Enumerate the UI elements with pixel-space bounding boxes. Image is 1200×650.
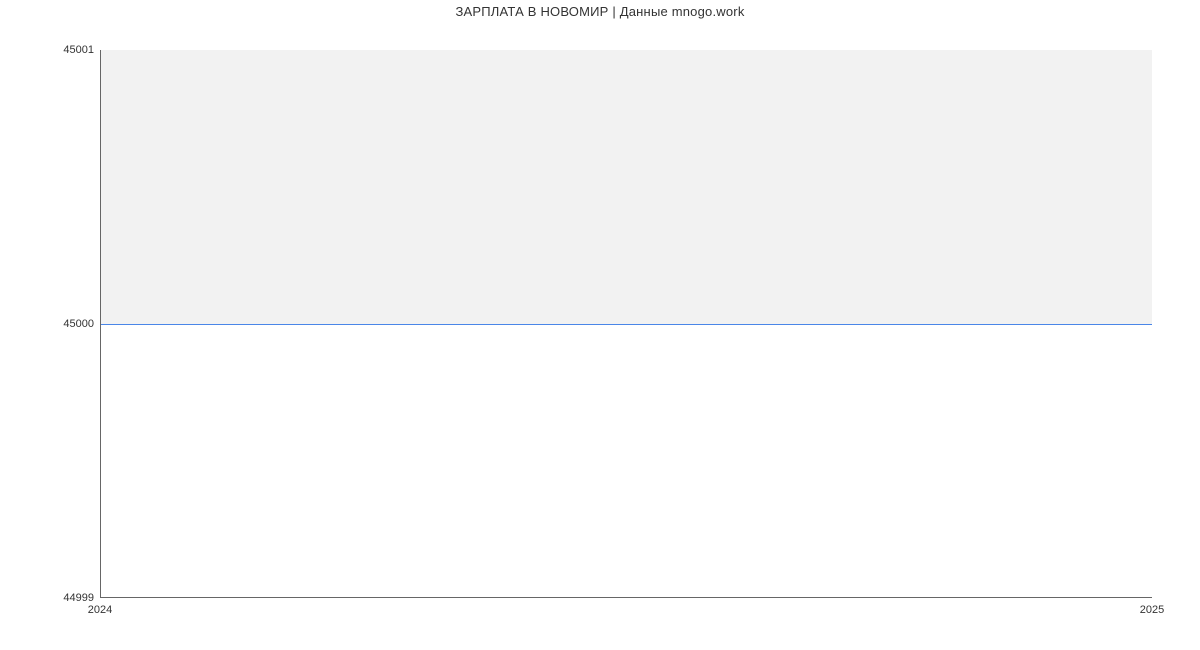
- series-line: [101, 324, 1152, 325]
- area-fill: [101, 50, 1152, 324]
- x-tick-right: 2025: [1140, 604, 1164, 616]
- chart-title: ЗАРПЛАТА В НОВОМИР | Данные mnogo.work: [0, 4, 1200, 19]
- y-tick-top: 45001: [63, 44, 94, 56]
- plot-area: [100, 50, 1152, 598]
- salary-chart: ЗАРПЛАТА В НОВОМИР | Данные mnogo.work 4…: [0, 0, 1200, 650]
- x-tick-left: 2024: [88, 604, 112, 616]
- y-tick-mid: 45000: [63, 318, 94, 330]
- y-tick-bottom: 44999: [63, 592, 94, 604]
